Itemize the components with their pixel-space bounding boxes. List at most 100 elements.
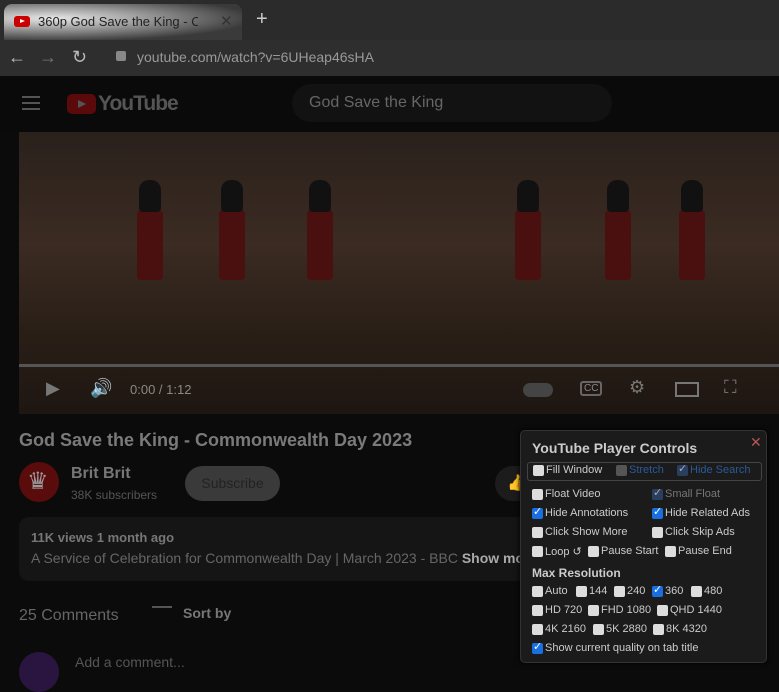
option-label: 8K 4320	[666, 623, 707, 635]
checkbox[interactable]	[532, 546, 543, 557]
checkbox[interactable]	[588, 604, 599, 616]
volume-icon[interactable]: 🔊	[90, 378, 112, 399]
option-144[interactable]: 144	[576, 585, 607, 597]
option-stretch[interactable]: Stretch	[616, 464, 664, 476]
option-small-float[interactable]: Small Float	[652, 486, 720, 500]
checkbox[interactable]	[652, 526, 663, 538]
youtube-logo-icon[interactable]	[67, 94, 96, 114]
channel-name[interactable]: Brit Brit	[71, 465, 131, 483]
captions-button[interactable]: CC	[580, 381, 603, 396]
checkbox[interactable]	[652, 583, 663, 597]
option-360[interactable]: 360	[652, 583, 684, 597]
option-label: 144	[589, 585, 608, 597]
option-hide-annotations[interactable]: Hide Annotations	[532, 505, 629, 519]
panel-close-icon[interactable]: ✕	[750, 434, 762, 451]
checkbox[interactable]	[533, 464, 544, 476]
max-resolution-heading: Max Resolution	[532, 566, 621, 580]
checkbox[interactable]	[532, 640, 543, 654]
play-icon[interactable]: ▶	[46, 378, 60, 399]
checkbox[interactable]	[532, 585, 543, 597]
subscribe-button[interactable]: Subscribe	[185, 466, 280, 501]
option-240[interactable]: 240	[614, 585, 645, 597]
option-8k-4320[interactable]: 8K 4320	[653, 623, 707, 635]
checkbox[interactable]	[665, 545, 676, 557]
option-fill-window[interactable]: Fill Window	[533, 464, 602, 476]
option-loop[interactable]: Loop ↺	[532, 545, 582, 558]
show-more-link[interactable]: Show mo	[462, 550, 524, 566]
option-label: Hide Annotations	[545, 507, 629, 519]
autoplay-toggle[interactable]	[523, 383, 553, 397]
video-player[interactable]	[19, 132, 779, 414]
time-display: 0:00 / 1:12	[130, 382, 192, 397]
option-hide-related-ads[interactable]: Hide Related Ads	[652, 505, 750, 519]
channel-avatar[interactable]	[19, 462, 59, 502]
reload-icon[interactable]: ↻	[72, 47, 87, 68]
option-click-show-more[interactable]: Click Show More	[532, 526, 628, 538]
description-snippet: A Service of Celebration for Commonwealt…	[31, 550, 458, 566]
panel-title: YouTube Player Controls	[532, 440, 698, 456]
sort-by-button[interactable]: Sort by	[183, 605, 231, 621]
checkbox[interactable]	[614, 585, 625, 597]
progress-bar[interactable]	[19, 364, 779, 367]
tab-title: 360p God Save the King - Commonwealth Da…	[38, 14, 198, 29]
checkbox[interactable]	[576, 585, 587, 597]
option-click-skip-ads[interactable]: Click Skip Ads	[652, 526, 735, 538]
checkbox[interactable]	[532, 623, 543, 635]
lock-icon	[116, 51, 126, 61]
option-480[interactable]: 480	[691, 585, 722, 597]
option-pause-end[interactable]: Pause End	[665, 545, 732, 557]
option-5k-2880[interactable]: 5K 2880	[593, 623, 647, 635]
option-label: 480	[704, 585, 723, 597]
option-show-current-quality-on-tab-title[interactable]: Show current quality on tab title	[532, 640, 698, 654]
checkbox[interactable]	[652, 505, 663, 519]
menu-icon[interactable]	[22, 96, 40, 110]
settings-icon[interactable]: ⚙	[629, 377, 645, 398]
option-label: HD 720	[545, 604, 583, 616]
option-label: Pause End	[678, 545, 732, 557]
checkbox[interactable]	[532, 526, 543, 538]
checkbox[interactable]	[532, 488, 543, 500]
add-comment-input[interactable]: Add a comment...	[75, 654, 185, 670]
description-text: A Service of Celebration for Commonwealt…	[31, 550, 524, 566]
option-label: Fill Window	[546, 464, 603, 476]
option-float-video[interactable]: Float Video	[532, 488, 600, 500]
option-hd-720[interactable]: HD 720	[532, 604, 582, 616]
fullscreen-icon[interactable]: ⛶	[724, 377, 737, 398]
description-box[interactable]	[19, 517, 529, 581]
checkbox[interactable]	[593, 623, 604, 635]
checkbox[interactable]	[616, 464, 627, 476]
option-auto[interactable]: Auto	[532, 585, 568, 597]
option-pause-start[interactable]: Pause Start	[588, 545, 658, 557]
checkbox[interactable]	[652, 486, 663, 500]
checkbox[interactable]	[532, 604, 543, 616]
option-qhd-1440[interactable]: QHD 1440	[657, 604, 722, 616]
checkbox[interactable]	[677, 462, 688, 476]
browser-tab[interactable]: 360p God Save the King - Commonwealth Da…	[4, 4, 242, 40]
sort-icon[interactable]	[152, 606, 172, 620]
new-tab-button[interactable]: +	[256, 8, 268, 31]
option-label: QHD 1440	[670, 604, 722, 616]
tab-close-icon[interactable]: ✕	[220, 12, 233, 30]
option-label: Pause Start	[601, 545, 659, 557]
tab-bar: 360p God Save the King - Commonwealth Da…	[0, 0, 779, 40]
back-icon[interactable]: ←	[8, 47, 26, 68]
address-bar: ← → ↻ youtube.com/watch?v=6UHeap46sHA	[0, 40, 779, 76]
checkbox[interactable]	[588, 545, 599, 557]
checkbox[interactable]	[657, 604, 668, 616]
view-count: 11K views 1 month ago	[31, 530, 175, 545]
search-value: God Save the King	[309, 94, 444, 111]
option-hide-search[interactable]: Hide Search	[677, 462, 751, 476]
option-label: 360	[665, 585, 684, 597]
url-field[interactable]: youtube.com/watch?v=6UHeap46sHA	[137, 49, 374, 65]
checkbox[interactable]	[691, 585, 702, 597]
checkbox[interactable]	[653, 623, 664, 635]
forward-icon[interactable]: →	[39, 47, 57, 68]
option-4k-2160[interactable]: 4K 2160	[532, 623, 586, 635]
option-label: Loop ↺	[545, 546, 582, 558]
option-fhd-1080[interactable]: FHD 1080	[588, 604, 651, 616]
option-label: Click Skip Ads	[665, 526, 735, 538]
theater-mode-icon[interactable]	[675, 382, 699, 397]
checkbox[interactable]	[532, 505, 543, 519]
option-label: Hide Search	[690, 464, 751, 476]
option-label: Float Video	[545, 488, 601, 500]
